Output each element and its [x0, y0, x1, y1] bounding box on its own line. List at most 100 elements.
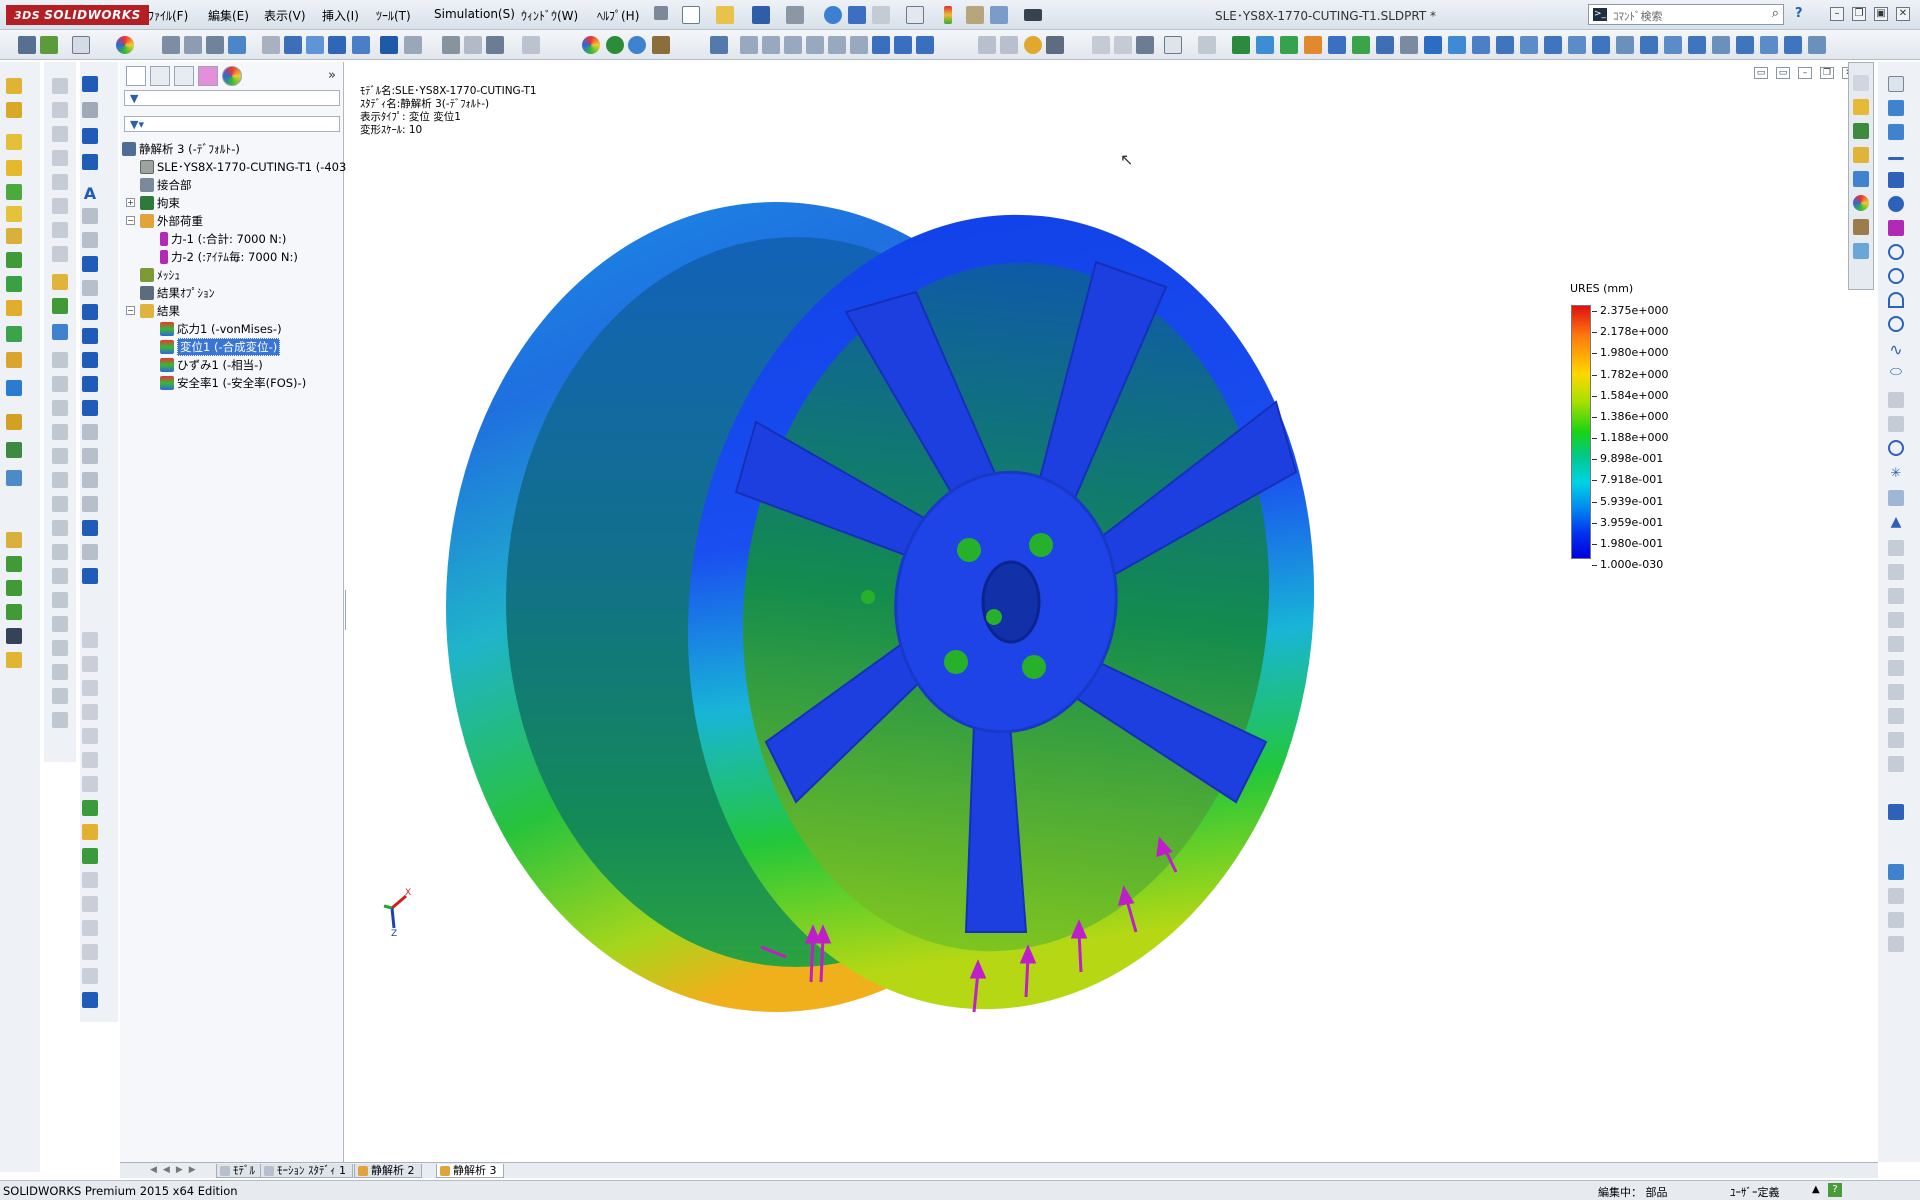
window-close-button[interactable]: ✕	[1896, 7, 1910, 21]
view-link-icon[interactable]	[1000, 36, 1018, 54]
shell-icon[interactable]	[52, 222, 68, 238]
fixtures-tool-icon[interactable]	[1256, 36, 1274, 54]
custom-properties-icon[interactable]	[1853, 219, 1869, 235]
move-component-icon[interactable]	[82, 728, 98, 744]
mate-icon[interactable]	[82, 656, 98, 672]
collapse-toggle[interactable]: −	[126, 306, 135, 315]
tab-scroll-arrows[interactable]: ◀◀▶▶	[150, 1165, 202, 1175]
sketch-tool-icon[interactable]	[1888, 100, 1904, 116]
filter-faces-icon[interactable]	[1092, 36, 1110, 54]
curves-icon[interactable]	[6, 414, 22, 430]
tab-model[interactable]: ﾓﾃﾞﾙ	[216, 1164, 262, 1178]
rapid-sketch-icon[interactable]	[52, 712, 68, 728]
menu-edit[interactable]: 編集(E)	[208, 7, 249, 24]
window-tile-button[interactable]: ▣	[1874, 7, 1888, 21]
mesh-tool-icon[interactable]	[1352, 36, 1370, 54]
feature-manager-tab[interactable]	[126, 66, 146, 86]
mirror-tool-icon[interactable]	[1888, 612, 1904, 628]
tab-static-study-3[interactable]: 静解析 3	[436, 1164, 504, 1178]
zoom-area-icon[interactable]	[184, 36, 202, 54]
section-view-icon[interactable]	[262, 36, 280, 54]
rib-icon[interactable]	[6, 300, 22, 316]
selection-arrow-icon[interactable]	[72, 36, 90, 54]
centerline-icon[interactable]	[6, 604, 22, 620]
tables-icon[interactable]	[82, 568, 98, 584]
include-image-icon[interactable]	[1520, 36, 1538, 54]
intersect-icon[interactable]	[6, 352, 22, 368]
tree-node-results[interactable]: − 結果	[126, 302, 180, 319]
sketch-picture-icon[interactable]: ▲	[1888, 514, 1904, 530]
line-tool-icon[interactable]	[1888, 157, 1904, 160]
hide-show-icon[interactable]	[464, 36, 482, 54]
window-minimize-button[interactable]: –	[1830, 7, 1844, 21]
display-manager-tab[interactable]	[222, 66, 242, 86]
lofted-boss-icon[interactable]	[6, 160, 22, 176]
iso-clipping-icon[interactable]	[1664, 36, 1682, 54]
menu-insert[interactable]: 挿入(I)	[322, 7, 359, 24]
hole-wizard-icon[interactable]	[6, 206, 22, 222]
command-search-field[interactable]: >_ ｺﾏﾝﾄﾞ検索 ⌕	[1588, 4, 1784, 25]
swept-boss-icon[interactable]	[6, 134, 22, 150]
wrap-icon[interactable]	[6, 326, 22, 342]
revision-cloud-icon[interactable]	[82, 544, 98, 560]
spline-tool-icon[interactable]: ∿	[1888, 340, 1904, 359]
open-folder-icon[interactable]	[716, 6, 734, 24]
tree-node-part[interactable]: SLE･YS8X-1770-CUTING-T1 (-403	[140, 158, 346, 175]
revolve-cut-icon[interactable]	[6, 228, 22, 244]
spell-check-icon[interactable]	[82, 128, 98, 144]
compare-results-icon[interactable]	[1424, 36, 1442, 54]
list-results-icon[interactable]	[1472, 36, 1490, 54]
pattern-tool-icon[interactable]	[1888, 636, 1904, 652]
section-clipping-icon[interactable]	[1640, 36, 1658, 54]
tolerance-tool-icon[interactable]	[1888, 912, 1904, 928]
print-icon[interactable]	[786, 6, 804, 24]
result-settings-icon[interactable]	[1712, 36, 1730, 54]
unit-system-text[interactable]: ﾕｰｻﾞｰ定義	[1730, 1184, 1780, 1200]
quick-tips-icon[interactable]: ?	[1828, 1183, 1842, 1197]
animate-icon[interactable]	[1616, 36, 1634, 54]
component-pattern-icon[interactable]	[82, 680, 98, 696]
balloon-icon[interactable]	[82, 232, 98, 248]
scale-entities-icon[interactable]	[52, 472, 68, 488]
format-painter-icon[interactable]	[82, 154, 98, 170]
wireframe-icon[interactable]	[442, 36, 460, 54]
dimxpert-manager-tab[interactable]	[198, 66, 218, 86]
isometric-view-icon[interactable]	[872, 36, 890, 54]
task-pane-resources-icon[interactable]	[1853, 123, 1869, 139]
tree-node-strain-plot[interactable]: ひずみ1 (-相当-)	[160, 356, 263, 373]
repair-tool-icon[interactable]	[1888, 708, 1904, 724]
tree-node-fos-plot[interactable]: 安全率1 (-安全率(FOS)-)	[160, 374, 306, 391]
tree-node-displacement-plot[interactable]: 変位1 (-合成変位-)	[160, 337, 281, 356]
circle-tool-icon[interactable]	[1888, 244, 1904, 260]
zoom-in-out-icon[interactable]	[206, 36, 224, 54]
select-icon[interactable]	[906, 6, 924, 24]
point-tool-icon[interactable]	[1888, 440, 1904, 456]
filter-vertices-icon[interactable]	[1136, 36, 1154, 54]
render-icon[interactable]	[606, 36, 624, 54]
simulation-options-icon[interactable]	[1760, 36, 1778, 54]
top-view-icon[interactable]	[828, 36, 846, 54]
menu-window[interactable]: ｳｨﾝﾄﾞｳ(W)	[521, 7, 578, 24]
panel-expand-icon[interactable]: »	[328, 68, 336, 83]
relations-tool-icon[interactable]	[1888, 684, 1904, 700]
revolve-boss-icon[interactable]	[6, 102, 22, 118]
solidworks-logo[interactable]: 3DS SOLIDWORKS	[6, 5, 149, 25]
menu-simulation[interactable]: Simulation(S)	[434, 7, 515, 21]
left-view-icon[interactable]	[784, 36, 802, 54]
mass-properties-icon[interactable]	[1808, 36, 1826, 54]
stretch-icon[interactable]	[52, 520, 68, 536]
polygon-tool-icon[interactable]	[1888, 220, 1904, 236]
tree-node-mesh[interactable]: ﾒｯｼｭ	[140, 266, 180, 283]
menu-tools[interactable]: ﾂｰﾙ(T)	[376, 7, 411, 24]
instant3d-icon[interactable]	[6, 442, 22, 458]
extend-icon[interactable]	[52, 376, 68, 392]
blocks-icon[interactable]	[82, 448, 98, 464]
smart-dimension-icon[interactable]	[6, 532, 22, 548]
connections-tool-icon[interactable]	[1304, 36, 1322, 54]
tree-node-fixtures[interactable]: + 拘束	[126, 194, 180, 211]
units-dropdown-icon[interactable]: ▲	[1812, 1184, 1820, 1195]
reference-geometry-2-icon[interactable]	[82, 800, 98, 816]
linear-note-pattern-icon[interactable]	[82, 208, 98, 224]
graphics-area[interactable]: ﾓﾃﾞﾙ名:SLE･YS8X-1770-CUTING-T1 ｽﾀﾃﾞｨ名:静解析…	[346, 62, 1876, 1162]
model-items-icon[interactable]	[82, 102, 98, 118]
